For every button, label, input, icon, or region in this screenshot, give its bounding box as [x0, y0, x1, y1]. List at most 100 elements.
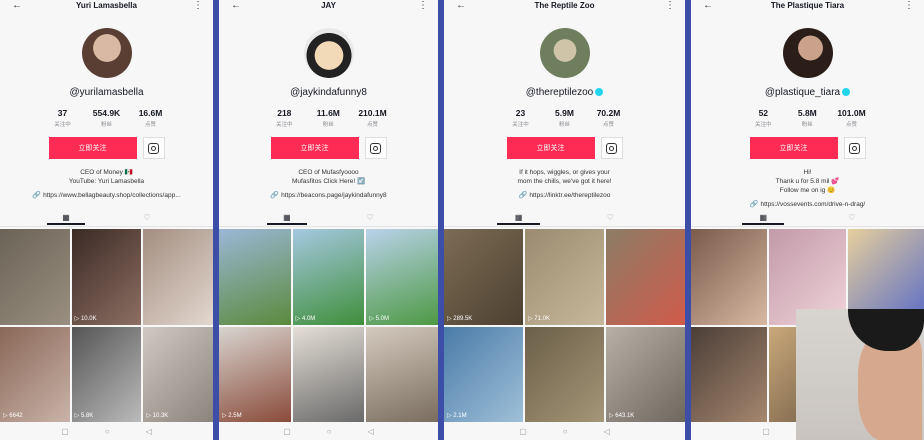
more-options-icon[interactable]: ⋮ [418, 0, 428, 11]
home-icon[interactable]: ○ [563, 427, 568, 436]
follow-button[interactable]: 立即关注 [270, 137, 359, 159]
profile-handle: @plastique_tiara [691, 87, 924, 98]
more-options-icon[interactable]: ⋮ [193, 0, 203, 11]
grid-icon[interactable]: ▦ [46, 213, 86, 225]
grid-icon[interactable]: ▦ [267, 213, 307, 225]
avatar[interactable] [539, 28, 590, 78]
top-bar: ← JAY ⋮ [219, 0, 438, 14]
video-thumbnail[interactable]: 643.1K [606, 326, 685, 422]
video-thumbnail[interactable]: 289.5K [444, 229, 523, 325]
video-thumbnail[interactable] [606, 229, 685, 325]
profile-tabs: ▦ ♡ [444, 212, 685, 227]
video-thumbnail[interactable]: 10.3K [143, 326, 213, 422]
video-thumbnail[interactable]: 71.0K [525, 229, 604, 325]
instagram-icon[interactable] [600, 137, 623, 159]
system-nav-bar: ▢ ○ ◁ [444, 422, 685, 440]
recent-apps-icon[interactable]: ▢ [283, 427, 291, 436]
more-options-icon[interactable]: ⋮ [665, 0, 675, 11]
video-thumbnail[interactable] [219, 229, 291, 325]
profile-link[interactable]: 🔗 https://www.bellagbeauty.shop/collectio… [0, 191, 213, 199]
recent-apps-icon[interactable]: ▢ [519, 427, 527, 436]
profile-handle: @thereptilezoo [444, 87, 685, 98]
video-thumbnail[interactable] [143, 229, 213, 325]
profile-actions: 立即关注 [444, 137, 685, 159]
back-icon[interactable]: ◁ [604, 427, 610, 436]
follow-button[interactable]: 立即关注 [48, 137, 137, 159]
profile-title: Yuri Lamasbella [76, 1, 137, 10]
back-icon[interactable]: ◁ [146, 427, 152, 436]
video-thumbnail[interactable] [691, 326, 768, 422]
avatar[interactable] [782, 28, 833, 78]
stat-likes: 70.2M 点赞 [596, 108, 621, 128]
video-thumbnail[interactable] [366, 326, 438, 422]
link-icon: 🔗 [749, 201, 759, 208]
video-thumbnail[interactable]: 5.0M [366, 229, 438, 325]
profile-link[interactable]: 🔗 https://linktr.ee/thereptilezoo [444, 191, 685, 199]
profile-tabs: ▦ ♡ [0, 212, 213, 227]
profile-title: JAY [321, 1, 336, 10]
profile-link[interactable]: 🔗 https://vossevents.com/drive-n-drag/ [691, 200, 924, 208]
avatar[interactable] [303, 28, 354, 78]
verified-badge-icon [595, 88, 604, 97]
home-icon[interactable]: ○ [105, 427, 110, 436]
webcam-overlay [796, 309, 924, 440]
profile-actions: 立即关注 [691, 137, 924, 159]
system-nav-bar: ▢ ○ ◁ [219, 422, 438, 440]
system-nav-bar: ▢ ○ ◁ [0, 422, 213, 440]
profile-bio: CEO of Money 🇲🇽 YouTube: Yuri Lamasbella [68, 169, 145, 185]
video-thumbnail[interactable]: 10.0K [71, 229, 142, 325]
stat-followers[interactable]: 11.6M 粉丝 [314, 108, 342, 128]
link-icon: 🔗 [270, 192, 280, 199]
stat-followers[interactable]: 554.9K 粉丝 [93, 108, 121, 128]
liked-icon[interactable]: ♡ [350, 213, 389, 222]
profile-panel-1: ← Yuri Lamasbella ⋮ @yurilamasbella 37 关注… [0, 0, 213, 440]
home-icon[interactable]: ○ [327, 427, 332, 436]
video-thumbnail[interactable] [292, 326, 365, 422]
stat-followers[interactable]: 5.8M 粉丝 [793, 108, 821, 128]
instagram-icon[interactable] [843, 137, 866, 159]
instagram-icon[interactable] [364, 137, 387, 159]
stat-followers[interactable]: 5.9M 粉丝 [551, 108, 579, 128]
stat-likes: 210.1M 点赞 [358, 108, 387, 128]
profile-stats: 37 关注中 554.9K 粉丝 16.6M 点赞 [0, 108, 213, 128]
stat-likes: 16.6M 点赞 [138, 108, 163, 128]
video-thumbnail[interactable]: 6642 [0, 326, 70, 422]
video-thumbnail[interactable]: 2.5M [219, 326, 291, 422]
grid-icon[interactable]: ▦ [497, 213, 541, 225]
recent-apps-icon[interactable]: ▢ [61, 427, 69, 436]
back-icon[interactable]: ◁ [368, 427, 374, 436]
follow-button[interactable]: 立即关注 [506, 137, 595, 159]
profile-tabs: ▦ ♡ [219, 212, 438, 227]
liked-icon[interactable]: ♡ [128, 213, 166, 222]
profile-stats: 52 关注中 5.8M 粉丝 101.0M 点赞 [691, 108, 924, 128]
stat-likes: 101.0M 点赞 [837, 108, 866, 128]
profile-title: The Reptile Zoo [534, 1, 595, 10]
follow-button[interactable]: 立即关注 [749, 137, 838, 159]
top-bar: ← The Reptile Zoo ⋮ [444, 0, 685, 14]
profile-panel-2: ← JAY ⋮ @jaykindafunny8 218 关注中 11.6M 粉丝 2… [219, 0, 438, 440]
avatar[interactable] [81, 28, 132, 78]
profile-title: The Plastique Tiara [770, 1, 845, 10]
liked-icon[interactable]: ♡ [589, 213, 632, 222]
profile-tabs: ▦ ♡ [691, 212, 924, 227]
stat-following[interactable]: 23 关注中 [507, 108, 535, 128]
video-thumbnail[interactable]: 4.0M [292, 229, 365, 325]
more-options-icon[interactable]: ⋮ [904, 0, 914, 11]
stat-following[interactable]: 52 关注中 [749, 108, 777, 128]
video-thumbnail[interactable]: 2.1M [444, 326, 523, 422]
stat-following[interactable]: 37 关注中 [49, 108, 77, 128]
profile-panel-3: ← The Reptile Zoo ⋮ @thereptilezoo 23 关注中… [444, 0, 685, 440]
link-icon: 🔗 [518, 192, 528, 199]
verified-badge-icon [842, 88, 851, 97]
liked-icon[interactable]: ♡ [831, 213, 873, 222]
instagram-icon[interactable] [142, 137, 165, 159]
profile-handle: @yurilamasbella [69, 87, 144, 98]
grid-icon[interactable]: ▦ [742, 213, 785, 225]
recent-apps-icon[interactable]: ▢ [762, 427, 770, 436]
video-thumbnail[interactable] [691, 229, 768, 325]
stat-following[interactable]: 218 关注中 [270, 108, 298, 128]
video-thumbnail[interactable] [0, 229, 70, 325]
profile-link[interactable]: 🔗 https://beacons.page/jaykindafunny8 [219, 191, 438, 199]
video-thumbnail[interactable] [525, 326, 604, 422]
video-thumbnail[interactable]: 5.8K [71, 326, 142, 422]
